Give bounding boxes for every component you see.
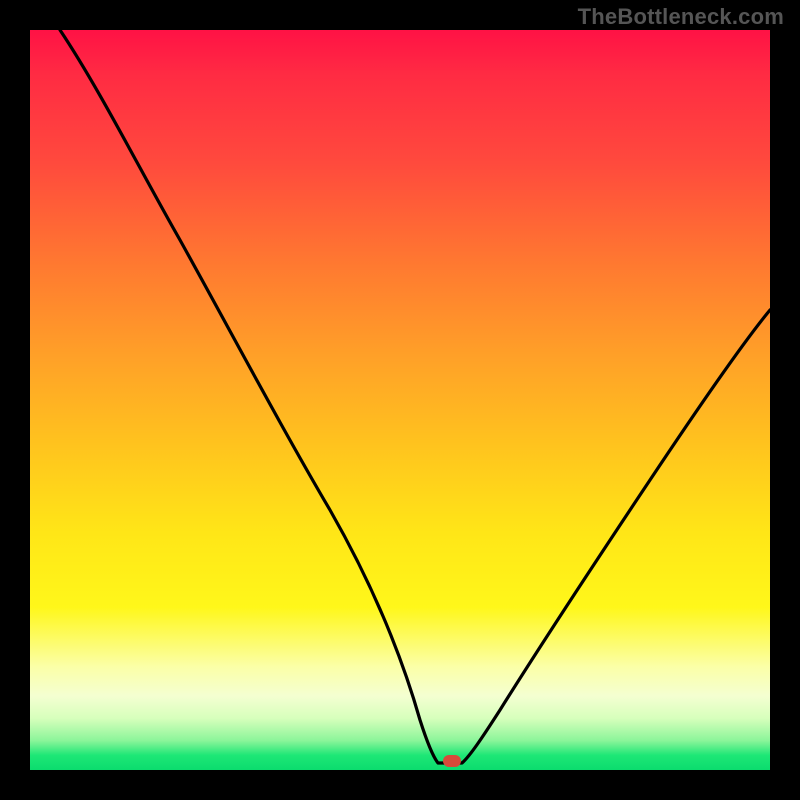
curve-path: [60, 30, 770, 763]
minimum-marker: [443, 755, 461, 767]
plot-area: [30, 30, 770, 770]
bottleneck-curve: [30, 30, 770, 770]
watermark-text: TheBottleneck.com: [578, 4, 784, 30]
chart-frame: TheBottleneck.com: [0, 0, 800, 800]
